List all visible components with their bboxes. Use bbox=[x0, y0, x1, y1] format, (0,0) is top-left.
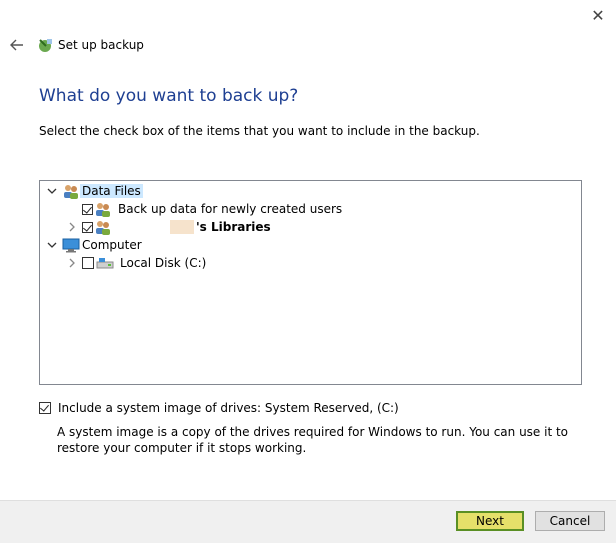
next-button[interactable]: Next bbox=[456, 511, 524, 531]
system-image-option[interactable]: Include a system image of drives: System… bbox=[39, 401, 399, 415]
redacted-username bbox=[170, 220, 194, 234]
tree-item-label: Back up data for newly created users bbox=[118, 202, 343, 216]
tree-item-local-disk[interactable]: Local Disk (C:) bbox=[66, 254, 208, 272]
users-icon bbox=[62, 183, 80, 199]
tree-item-data-files[interactable]: Data Files bbox=[46, 182, 143, 200]
libraries-checkbox[interactable] bbox=[82, 221, 93, 233]
backup-app-icon bbox=[36, 36, 54, 54]
tree-item-label: Data Files bbox=[80, 184, 143, 198]
page-heading: What do you want to back up? bbox=[39, 86, 299, 106]
monitor-icon bbox=[62, 237, 80, 253]
system-image-label: Include a system image of drives: System… bbox=[58, 401, 399, 415]
new-users-checkbox[interactable] bbox=[82, 203, 93, 215]
tree-item-label: Local Disk (C:) bbox=[120, 256, 207, 270]
chevron-right-icon[interactable] bbox=[66, 221, 78, 233]
users-icon bbox=[94, 219, 112, 235]
system-image-checkbox[interactable] bbox=[39, 402, 51, 414]
back-arrow-icon[interactable] bbox=[8, 36, 26, 54]
chevron-down-icon[interactable] bbox=[46, 185, 58, 197]
backup-items-tree[interactable]: Data Files Back up data for newly create… bbox=[39, 180, 582, 385]
local-disk-checkbox[interactable] bbox=[82, 257, 94, 269]
tree-item-label: 's Libraries bbox=[196, 220, 271, 234]
chevron-down-icon[interactable] bbox=[46, 239, 58, 251]
drive-icon bbox=[96, 255, 114, 271]
close-button[interactable]: ✕ bbox=[588, 6, 608, 26]
instructions-text: Select the check box of the items that y… bbox=[39, 124, 480, 138]
tree-item-libraries[interactable]: 's Libraries bbox=[66, 218, 273, 236]
tree-item-computer[interactable]: Computer bbox=[46, 236, 144, 254]
cancel-button[interactable]: Cancel bbox=[535, 511, 605, 531]
tree-item-label: Computer bbox=[82, 238, 142, 252]
users-icon bbox=[94, 201, 112, 217]
system-image-description: A system image is a copy of the drives r… bbox=[57, 425, 569, 455]
chevron-right-icon[interactable] bbox=[66, 257, 78, 269]
tree-item-new-users[interactable]: Back up data for newly created users bbox=[82, 200, 344, 218]
window-title: Set up backup bbox=[58, 38, 144, 52]
